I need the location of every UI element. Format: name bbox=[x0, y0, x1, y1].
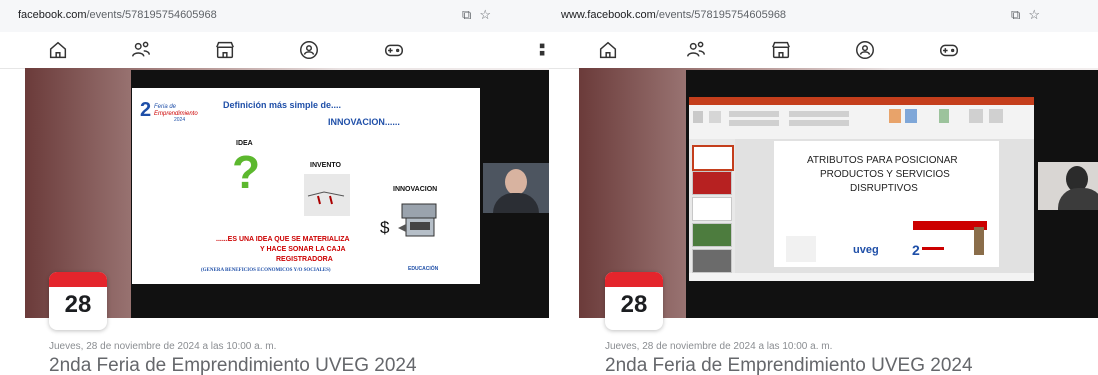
friends-icon[interactable] bbox=[685, 39, 707, 61]
home-icon[interactable] bbox=[597, 39, 619, 61]
bookmark-star-icon[interactable]: ☆ bbox=[479, 7, 491, 22]
home-icon[interactable] bbox=[47, 39, 69, 61]
event-date-card: 28 bbox=[49, 272, 107, 330]
presentation-slide: 2 Feria de Emprendimiento 2024 Definición m… bbox=[132, 88, 480, 284]
powerpoint-ribbon bbox=[689, 105, 1034, 140]
invento-label: INVENTO bbox=[310, 162, 341, 169]
groups-icon[interactable] bbox=[298, 39, 320, 61]
friends-icon[interactable] bbox=[130, 39, 152, 61]
svg-text:Feria de: Feria de bbox=[154, 104, 177, 110]
feria-logo: 2 bbox=[912, 241, 948, 258]
question-mark-figure: ? bbox=[228, 146, 264, 199]
event-day-number: 28 bbox=[64, 291, 92, 318]
event-title: 2nda Feria de Emprendimiento UVEG 2024 bbox=[49, 355, 417, 375]
slide-thumbnail[interactable] bbox=[692, 223, 732, 247]
slide-title-line-2: PRODUCTOS Y SERVICIOS bbox=[820, 169, 950, 180]
event-date-text: Jueves, 28 de noviembre de 2024 a las 10… bbox=[49, 341, 277, 352]
speaker-figure bbox=[974, 227, 984, 255]
facebook-nav-bar bbox=[549, 32, 1098, 69]
address-bar[interactable]: www.facebook.com/events/578195754605968 … bbox=[549, 0, 1098, 33]
slide-thumbnail[interactable] bbox=[692, 197, 732, 221]
uveg-logo: uveg bbox=[853, 244, 879, 256]
education-logo-text: EDUCACIÓN bbox=[408, 266, 439, 272]
event-day-number: 28 bbox=[620, 291, 648, 318]
invention-photo bbox=[304, 174, 350, 216]
marketplace-icon[interactable] bbox=[214, 39, 236, 61]
event-date-text: Jueves, 28 de noviembre de 2024 a las 10… bbox=[605, 341, 833, 352]
svg-text:2: 2 bbox=[140, 99, 151, 121]
svg-text:?: ? bbox=[232, 148, 260, 194]
statement-line-2: Y HACE SONAR LA CAJA bbox=[260, 246, 346, 253]
dollar-sign: $ bbox=[380, 218, 390, 237]
slide-title-line-1: ATRIBUTOS PARA POSICIONAR bbox=[807, 155, 958, 166]
slide-title-line-3: DISRUPTIVOS bbox=[850, 183, 918, 194]
current-slide: ATRIBUTOS PARA POSICIONAR PRODUCTOS Y SE… bbox=[774, 141, 999, 267]
statement-line-1: ......ES UNA IDEA QUE SE MATERIALIZA bbox=[216, 236, 350, 243]
innovacion-label: INNOVACION bbox=[393, 186, 438, 193]
slide-thumbnail[interactable] bbox=[692, 145, 734, 171]
powerpoint-slide-thumbnails[interactable] bbox=[689, 139, 735, 273]
svg-text:2024: 2024 bbox=[174, 117, 185, 122]
slide-thumbnail[interactable] bbox=[692, 249, 732, 273]
event-title: 2nda Feria de Emprendimiento UVEG 2024 bbox=[605, 355, 973, 375]
slide-title: INNOVACION...... bbox=[328, 117, 400, 127]
bookmark-star-icon[interactable]: ☆ bbox=[1028, 7, 1040, 22]
speaker-camera-tile bbox=[483, 163, 549, 213]
statement-line-3: REGISTRADORA bbox=[276, 256, 333, 263]
speaker-camera-tile bbox=[1038, 162, 1098, 210]
powerpoint-title-bar bbox=[689, 97, 1034, 105]
slide-thumbnail[interactable] bbox=[692, 171, 732, 195]
left-browser-panel: facebook.com/events/578195754605968 ⧉ ☆ 2… bbox=[0, 0, 549, 375]
slide-heading: Definición más simple de.... bbox=[223, 100, 342, 110]
url-text[interactable]: www.facebook.com/events/578195754605968 bbox=[561, 9, 786, 21]
marketplace-icon[interactable] bbox=[770, 39, 792, 61]
idea-label: IDEA bbox=[236, 140, 253, 147]
groups-icon[interactable] bbox=[854, 39, 876, 61]
powerpoint-status-bar bbox=[689, 273, 1034, 281]
event-date-card: 28 bbox=[605, 272, 663, 330]
svg-text:2: 2 bbox=[912, 242, 920, 257]
address-bar[interactable]: facebook.com/events/578195754605968 ⧉ ☆ bbox=[0, 0, 549, 33]
menu-grid-icon[interactable] bbox=[538, 39, 549, 61]
url-text[interactable]: facebook.com/events/578195754605968 bbox=[18, 9, 217, 21]
guanajuato-logo bbox=[786, 236, 816, 262]
gaming-icon[interactable] bbox=[938, 39, 960, 61]
feria-logo: 2 Feria de Emprendimiento 2024 bbox=[138, 96, 198, 123]
facebook-nav-bar bbox=[0, 32, 549, 69]
gaming-icon[interactable] bbox=[383, 39, 405, 61]
screen-share-icon[interactable]: ⧉ bbox=[462, 7, 471, 22]
slide-footnote: (GENERA BENEFICIOS ECONOMICOS Y/O SOCIAL… bbox=[201, 268, 331, 273]
screen-share-icon[interactable]: ⧉ bbox=[1011, 7, 1020, 22]
cash-register-image bbox=[398, 200, 442, 242]
